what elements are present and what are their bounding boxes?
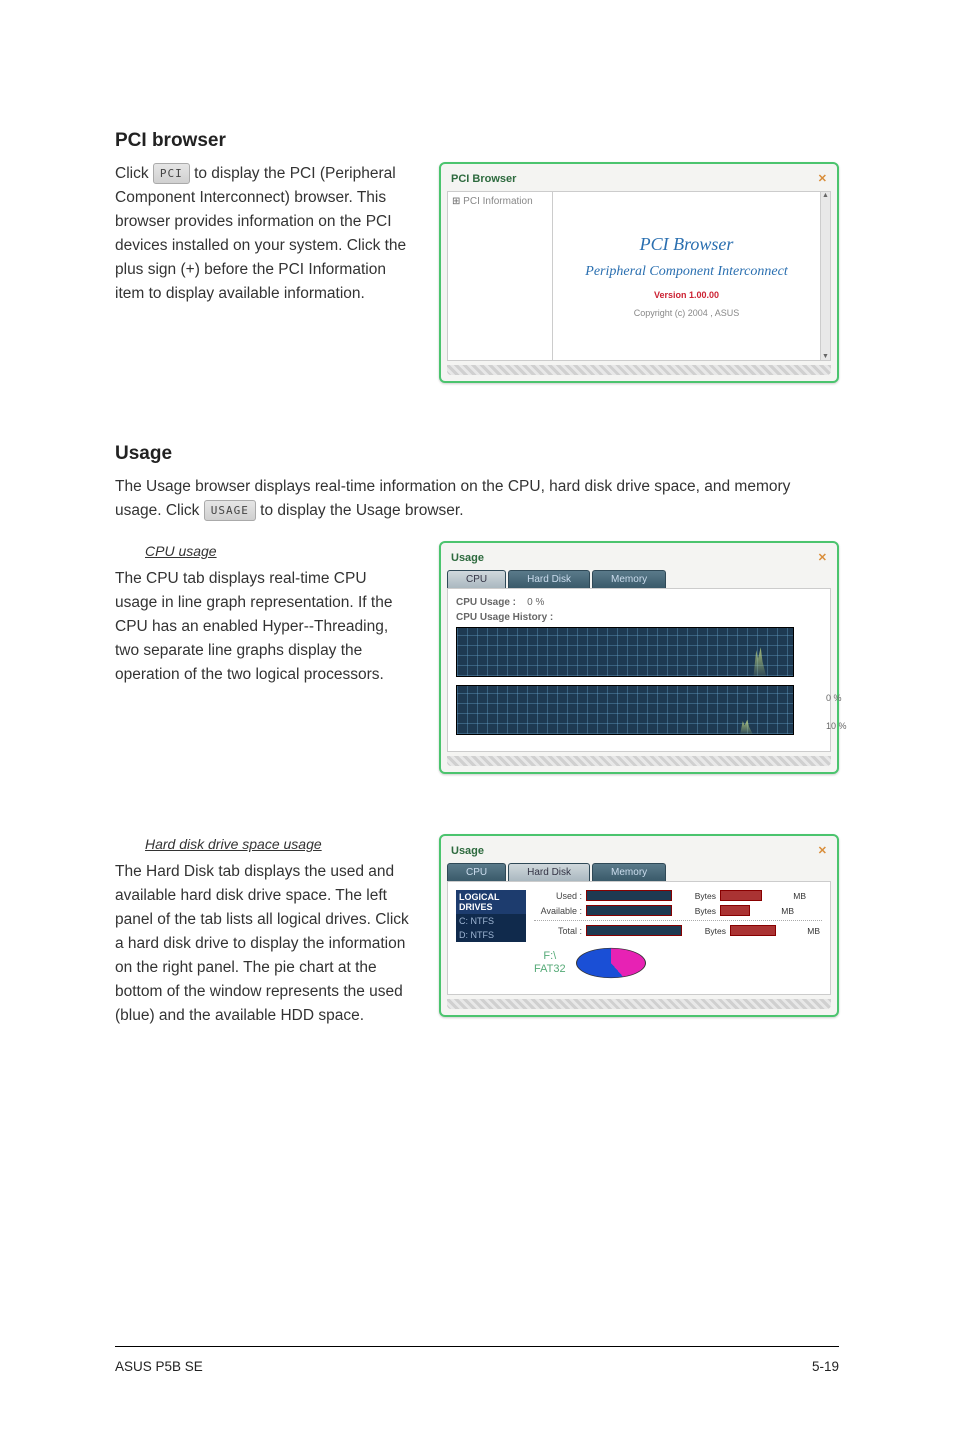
cpu-window: Usage ✕ CPU Hard Disk Memory CPU Usage :…: [439, 541, 839, 774]
usage-intro: The Usage browser displays real-time inf…: [115, 475, 839, 523]
pci-tree-node[interactable]: PCI Information: [452, 196, 548, 207]
pci-text-b: to display the PCI (Peripheral Component…: [115, 165, 406, 302]
pci-badge: PCI: [153, 163, 190, 184]
usage-heading: Usage: [115, 443, 839, 465]
footer-right: 5-19: [812, 1359, 839, 1374]
hdd-row-total: Total : Bytes MB: [534, 925, 822, 936]
close-icon[interactable]: ✕: [818, 844, 827, 857]
cpu-pct-1: 0 %: [826, 693, 850, 703]
bar-used-bytes: [586, 890, 672, 901]
cpu-usage-label: CPU Usage :: [456, 597, 516, 608]
close-icon[interactable]: ✕: [818, 172, 827, 185]
cpu-usage-value: 0 %: [527, 597, 544, 608]
cpu-body: The CPU tab displays real-time CPU usage…: [115, 570, 392, 683]
cpu-history-label: CPU Usage History :: [456, 612, 553, 623]
pci-version: Version 1.00.00: [654, 290, 719, 300]
row-unit2: MB: [780, 926, 820, 936]
row-unit: Bytes: [686, 926, 726, 936]
hdd-row-used: Used : Bytes MB: [534, 890, 822, 901]
pci-main-sub: Peripheral Component Interconnect: [585, 263, 787, 281]
window-resize-grip[interactable]: [447, 756, 831, 766]
row-label: Used :: [534, 891, 582, 901]
row-label: Total :: [534, 926, 582, 936]
separator: [534, 920, 822, 921]
cpu-graph-1: [456, 627, 794, 677]
row-unit: Bytes: [676, 906, 716, 916]
pci-paragraph: Click PCI to display the PCI (Peripheral…: [115, 162, 409, 306]
drive-item[interactable]: D: NTFS: [456, 928, 526, 942]
pie-drive-label: F:\: [534, 950, 566, 963]
pie-chart: [576, 948, 646, 978]
cpu-pct-2: 10 %: [826, 721, 850, 731]
pci-heading: PCI browser: [115, 130, 839, 152]
hdd-row-available: Available : Bytes MB: [534, 905, 822, 916]
tab-memory[interactable]: Memory: [592, 570, 666, 588]
scrollbar[interactable]: [820, 192, 830, 360]
pci-copyright: Copyright (c) 2004 , ASUS: [634, 308, 740, 318]
window-resize-grip[interactable]: [447, 999, 831, 1009]
pci-tree[interactable]: PCI Information: [448, 192, 553, 360]
hdd-body: The Hard Disk tab displays the used and …: [115, 863, 409, 1024]
drive-item[interactable]: C: NTFS: [456, 914, 526, 928]
bar-avail-bytes: [586, 905, 672, 916]
bar-used-mb: [720, 890, 762, 901]
pie-fs-label: FAT32: [534, 963, 566, 976]
pci-text-a: Click: [115, 165, 153, 182]
cpu-window-title: Usage: [451, 552, 484, 564]
close-icon[interactable]: ✕: [818, 551, 827, 564]
row-label: Available :: [534, 906, 582, 916]
pci-window: PCI Browser ✕ PCI Information PCI Browse…: [439, 162, 839, 383]
row-unit2: MB: [754, 906, 794, 916]
cpu-subhead: CPU usage: [145, 541, 409, 563]
tab-cpu[interactable]: CPU: [447, 570, 506, 588]
row-unit2: MB: [766, 891, 806, 901]
bar-total-mb: [730, 925, 776, 936]
usage-intro-b: to display the Usage browser.: [260, 502, 463, 519]
bar-avail-mb: [720, 905, 750, 916]
tab-cpu[interactable]: CPU: [447, 863, 506, 881]
pci-window-title: PCI Browser: [451, 173, 516, 185]
tab-memory[interactable]: Memory: [592, 863, 666, 881]
row-unit: Bytes: [676, 891, 716, 901]
hdd-window-title: Usage: [451, 845, 484, 857]
cpu-graph-2: [456, 685, 794, 735]
hdd-subhead: Hard disk drive space usage: [145, 834, 409, 856]
footer-left: ASUS P5B SE: [115, 1359, 203, 1374]
tab-hard-disk[interactable]: Hard Disk: [508, 570, 590, 588]
window-resize-grip[interactable]: [447, 365, 831, 375]
bar-total-bytes: [586, 925, 682, 936]
tab-hard-disk[interactable]: Hard Disk: [508, 863, 590, 881]
drive-list-header: LOGICAL DRIVES: [456, 890, 526, 914]
drive-list[interactable]: LOGICAL DRIVES C: NTFS D: NTFS: [456, 890, 526, 986]
pci-main-title: PCI Browser: [640, 234, 734, 255]
usage-badge: USAGE: [204, 500, 256, 521]
hdd-window: Usage ✕ CPU Hard Disk Memory LOGICAL DRI…: [439, 834, 839, 1017]
